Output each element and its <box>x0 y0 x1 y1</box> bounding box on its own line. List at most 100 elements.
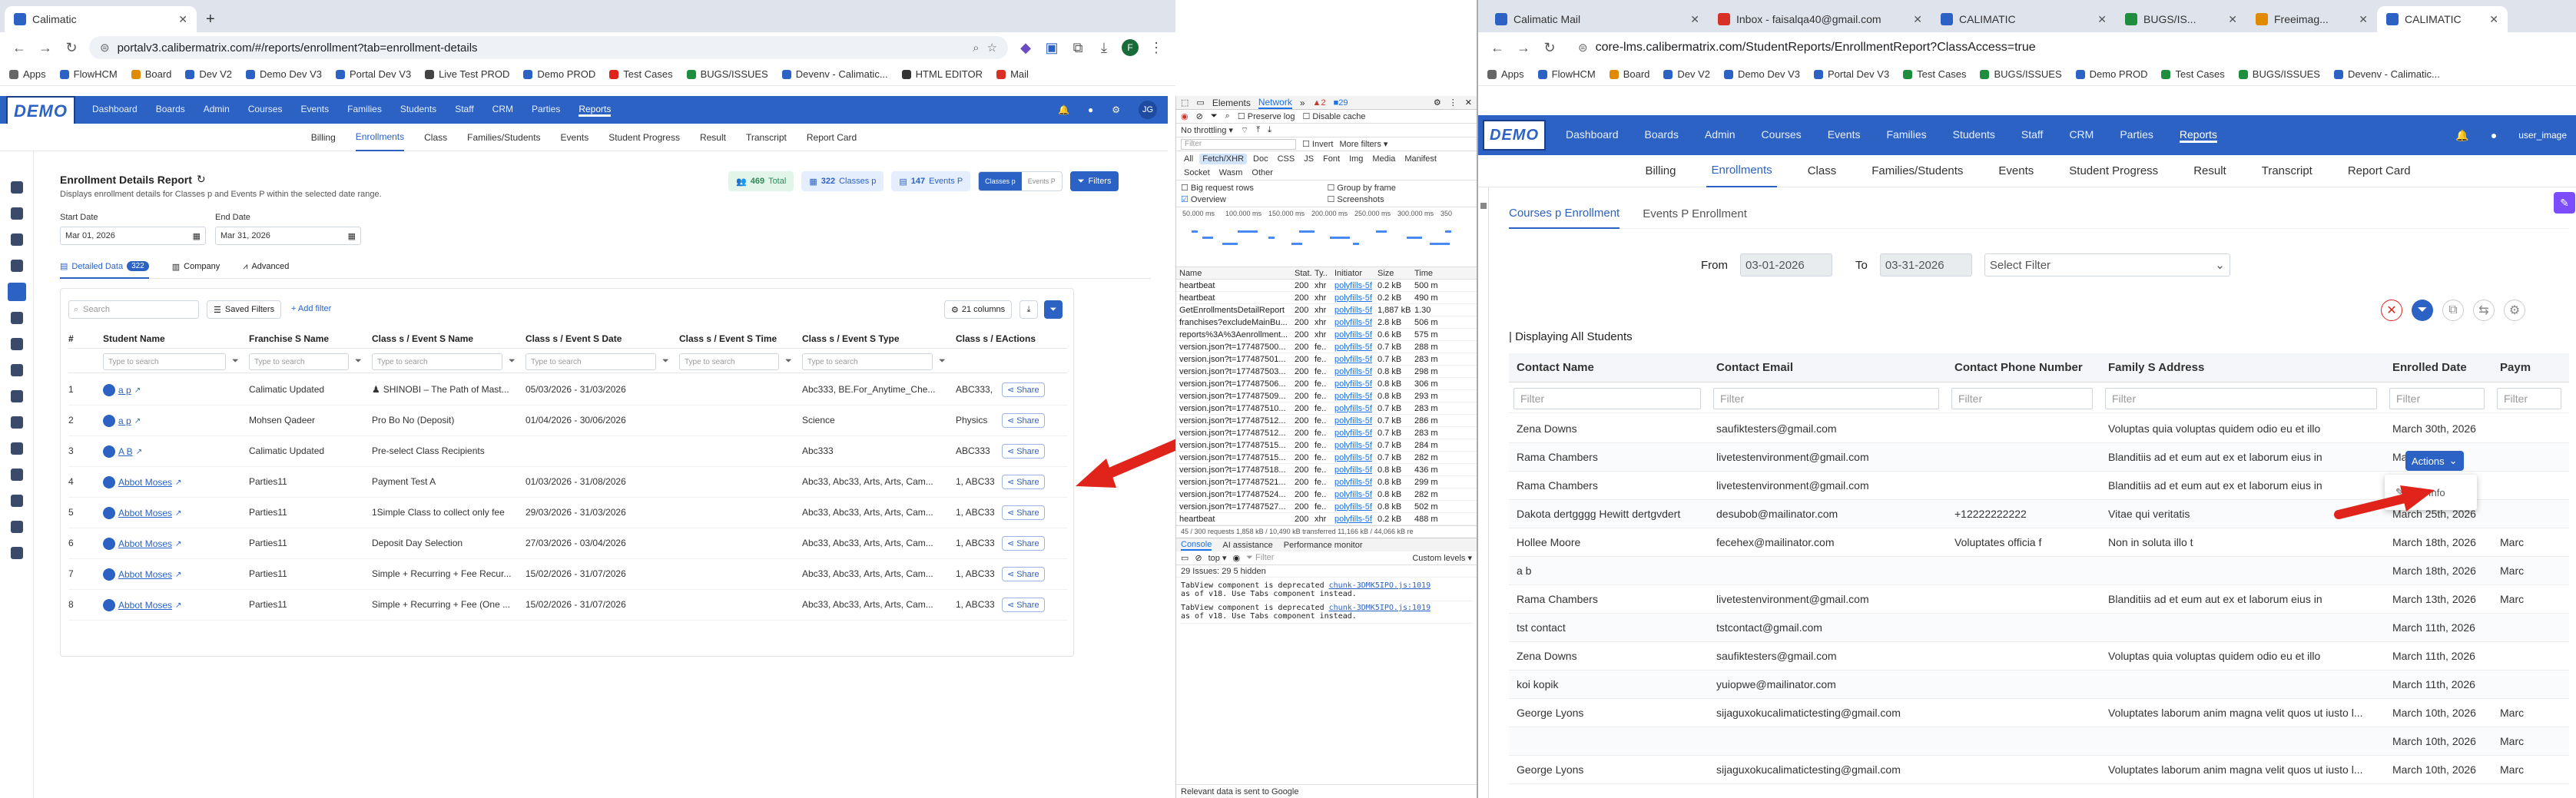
back-icon[interactable]: ← <box>11 40 28 56</box>
export-button[interactable]: ⤓ <box>1019 300 1038 319</box>
column-filter-input[interactable]: Type to search <box>525 353 656 370</box>
help-icon[interactable]: ● <box>1088 104 1093 115</box>
external-link-icon[interactable]: ↗ <box>136 448 142 456</box>
table-row[interactable]: 1 a p ↗ Calimatic Updated ♟ SHINOBI – The Pat… <box>68 375 1067 406</box>
bookmark-item[interactable]: BUGS/ISSUES <box>686 68 768 80</box>
calendar-icon[interactable]: ▦ <box>348 231 356 241</box>
network-request-row[interactable]: version.json?t=177487510... 200 fe.. polyfi… <box>1176 402 1477 415</box>
share-button[interactable]: ⋖ Share <box>1002 536 1045 551</box>
nav-item-staff[interactable]: Staff <box>2021 128 2044 143</box>
nav-item-events[interactable]: Events <box>1828 128 1861 143</box>
screenshots-checkbox[interactable]: ☐ Screenshots <box>1328 194 1473 204</box>
tab-detailed-data[interactable]: ▤ Detailed Data 322 <box>60 256 149 279</box>
bookmark-item[interactable]: Board <box>131 68 171 80</box>
subnav-student-progress[interactable]: Student Progress <box>608 124 680 151</box>
saved-filters-button[interactable]: ☰ Saved Filters <box>207 300 282 319</box>
sidebar-item[interactable] <box>0 514 33 540</box>
start-date-input[interactable]: Mar 01, 2026 ▦ <box>60 227 206 245</box>
external-link-icon[interactable]: ↗ <box>175 509 181 518</box>
bookmark-item[interactable]: Portal Dev V3 <box>1813 68 1889 80</box>
network-request-row[interactable]: version.json?t=177487500... 200 fe.. polyfi… <box>1176 341 1477 353</box>
network-request-row[interactable]: heartbeat 200 xhr polyfills-5f 0.2 kB 490 m <box>1176 292 1477 304</box>
sidebar-item[interactable] <box>0 435 33 462</box>
grid-filter-input[interactable]: Filter <box>1513 388 1701 409</box>
tab-company[interactable]: ▥ Company <box>172 262 220 272</box>
big-request-rows-checkbox[interactable]: ☐ Big request rows <box>1181 183 1326 193</box>
sidebar-item[interactable] <box>0 462 33 488</box>
external-link-icon[interactable]: ↗ <box>134 386 141 395</box>
share-button[interactable]: ⋖ Share <box>1002 475 1045 489</box>
column-header[interactable]: Class s / Event S Name <box>372 333 525 344</box>
help-icon[interactable]: ● <box>2491 129 2497 141</box>
subnav-transcript[interactable]: Transcript <box>2257 155 2317 187</box>
issues-count[interactable]: 29 Issues: 29 5 hidden <box>1176 565 1477 578</box>
column-filter-input[interactable]: Type to search <box>679 353 779 370</box>
profile-avatar[interactable]: F <box>1122 39 1139 56</box>
column-header[interactable]: Class s / Event S Time <box>679 333 802 344</box>
column-header[interactable]: Franchise S Name <box>249 333 372 344</box>
column-header[interactable]: # <box>68 333 103 344</box>
toggle-events[interactable]: Events P <box>1022 172 1062 190</box>
table-row[interactable]: 2 a p ↗ Mohsen Qadeer Pro Bo No (Deposit) 01/… <box>68 406 1067 436</box>
subnav-events[interactable]: Events <box>1994 155 2038 187</box>
reload-icon[interactable]: ↻ <box>63 40 80 56</box>
nav-item-courses[interactable]: Courses <box>1762 128 1802 143</box>
back-icon[interactable]: ← <box>1489 40 1506 56</box>
nav-item-events[interactable]: Events <box>300 104 329 117</box>
type-filter-media[interactable]: Media <box>1369 154 1398 164</box>
console-filter-input[interactable]: ⏷ Filter <box>1246 553 1274 563</box>
close-tab-icon[interactable]: ✕ <box>1690 13 1699 26</box>
sidebar-item[interactable] <box>0 357 33 383</box>
type-filter-doc[interactable]: Doc <box>1250 154 1271 164</box>
group-by-frame-checkbox[interactable]: ☐ Group by frame <box>1328 183 1473 193</box>
table-row[interactable]: 6 Abbot Moses ↗ Parties11 Deposit Day Select… <box>68 528 1067 559</box>
bookmark-item[interactable]: Mail <box>996 68 1029 80</box>
add-filter-link[interactable]: + Add filter <box>291 304 331 313</box>
clear-filter-icon[interactable]: ✕ <box>2381 300 2402 321</box>
filters-button[interactable]: ⏷ Filters <box>1069 171 1119 191</box>
subnav-enrollments[interactable]: Enrollments <box>1706 154 1777 187</box>
share-button[interactable]: ⋖ Share <box>1002 598 1045 612</box>
subnav-enrollments[interactable]: Enrollments <box>355 124 405 151</box>
throttle-select[interactable]: No throttling ▾ <box>1181 125 1233 135</box>
grid-filter-input[interactable]: Filter <box>1713 388 1939 409</box>
grid-column-header[interactable]: Contact Email <box>1716 361 1944 374</box>
bookmark-item[interactable]: Apps <box>9 68 46 80</box>
close-tab-icon[interactable]: ✕ <box>178 13 187 26</box>
column-filter-icon[interactable]: ⏷ <box>355 356 362 366</box>
grid-column-header[interactable]: Contact Phone Number <box>1954 361 2097 374</box>
nav-item-families[interactable]: Families <box>347 104 382 117</box>
column-header[interactable]: Class s / Event S Date <box>525 333 679 344</box>
bookmark-item[interactable]: Demo PROD <box>523 68 595 80</box>
network-filter-input[interactable]: Filter <box>1181 138 1296 150</box>
devtools-close-icon[interactable]: ✕ <box>1465 98 1472 108</box>
subnav-transcript[interactable]: Transcript <box>746 124 787 151</box>
bookmark-item[interactable]: Demo Dev V3 <box>1724 68 1800 80</box>
forward-icon[interactable]: → <box>37 40 54 56</box>
notification-bell-icon[interactable]: 🔔 <box>2455 129 2468 142</box>
subnav-events[interactable]: Events <box>561 124 589 151</box>
type-filter-other[interactable]: Other <box>1248 167 1276 178</box>
cell-name[interactable]: a p ↗ <box>103 384 241 396</box>
source-link[interactable]: chunk-3DMK5IPO.js:1019 <box>1329 581 1431 590</box>
devtools-menu-icon[interactable]: ⋮ <box>1449 98 1457 108</box>
nav-item-boards[interactable]: Boards <box>156 104 185 117</box>
bookmark-item[interactable]: Devenv - Calimatic... <box>781 68 888 80</box>
sidebar-item[interactable] <box>0 200 33 227</box>
cell-name[interactable]: a p ↗ <box>103 415 241 427</box>
network-request-row[interactable]: version.json?t=177487524... 200 fe.. polyfi… <box>1176 488 1477 501</box>
column-filter-input[interactable]: Type to search <box>103 353 226 370</box>
column-header[interactable]: Student Name <box>103 333 249 344</box>
network-request-row[interactable]: version.json?t=177487501... 200 fe.. polyfi… <box>1176 353 1477 366</box>
calendar-icon[interactable]: ▦ <box>193 231 201 241</box>
nav-item-boards[interactable]: Boards <box>1645 128 1679 143</box>
demo-logo[interactable]: DEMO <box>1483 120 1546 151</box>
user-image[interactable]: user_image <box>2518 130 2567 141</box>
bookmark-star-icon[interactable]: ☆ <box>987 41 997 55</box>
sidebar-item[interactable] <box>0 227 33 253</box>
table-row[interactable]: 3 A B ↗ Calimatic Updated Pre-select Class R… <box>68 436 1067 467</box>
devtools-more-tabs[interactable]: » <box>1300 98 1305 108</box>
sidebar-toggle-icon[interactable]: ▭ <box>1181 553 1189 563</box>
sidebar-item[interactable] <box>0 253 33 279</box>
context-select[interactable]: top ▾ <box>1208 553 1227 563</box>
